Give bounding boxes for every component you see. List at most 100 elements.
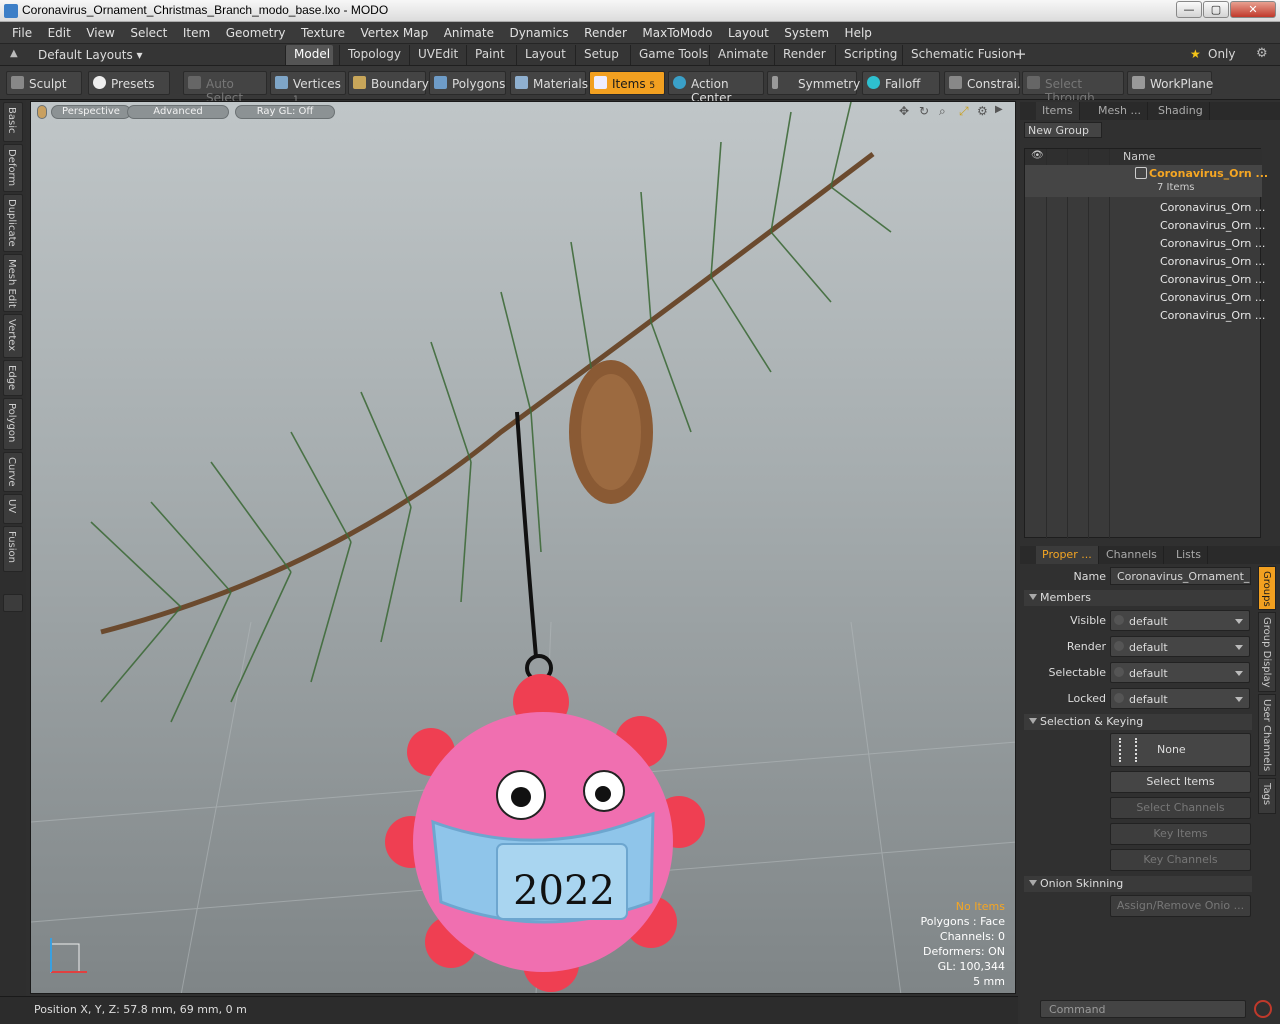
menu-layout[interactable]: Layout — [716, 22, 769, 40]
selection-keying-section[interactable]: Selection & Keying — [1024, 714, 1252, 730]
visibility-eye-icon[interactable]: 👁 — [1031, 150, 1044, 161]
list-item[interactable]: Coronavirus_Orn ... — [1025, 289, 1265, 307]
advanced-shading-button[interactable]: Advanced — [127, 105, 229, 119]
visible-dropdown[interactable]: default — [1110, 610, 1250, 631]
pan-icon[interactable]: ✥ — [899, 104, 909, 118]
gear-icon[interactable]: ⚙ — [1256, 46, 1268, 61]
tab-paint[interactable]: Paint — [466, 45, 513, 65]
menu-texture[interactable]: Texture — [289, 22, 345, 40]
list-item[interactable]: Coronavirus_Orn ... — [1025, 271, 1265, 289]
locked-dropdown[interactable]: default — [1110, 688, 1250, 709]
tab-collapse[interactable] — [3, 594, 23, 612]
record-icon[interactable] — [1254, 1000, 1272, 1018]
viewport-menu-arrow-icon[interactable]: ▶ — [995, 104, 1003, 115]
tab-curve[interactable]: Curve — [3, 452, 23, 492]
tab-mesh-edit[interactable]: Mesh Edit — [3, 254, 23, 312]
name-field[interactable]: Coronavirus_Ornament_Ch — [1110, 567, 1251, 585]
menu-dynamics[interactable]: Dynamics — [497, 22, 568, 40]
side-tab-tags[interactable]: Tags — [1258, 778, 1276, 814]
new-group-button[interactable]: New Group — [1024, 122, 1102, 138]
list-item[interactable]: Coronavirus_Orn ... — [1025, 307, 1265, 325]
viewport-gear-icon[interactable]: ⚙ — [977, 104, 988, 118]
raygl-button[interactable]: Ray GL: Off — [235, 105, 335, 119]
selectable-dropdown[interactable]: default — [1110, 662, 1250, 683]
tab-polygon[interactable]: Polygon — [3, 398, 23, 450]
members-section[interactable]: Members — [1024, 590, 1252, 606]
tab-duplicate[interactable]: Duplicate — [3, 194, 23, 252]
menu-file[interactable]: File — [0, 22, 32, 40]
key-items-button[interactable]: Key Items — [1110, 823, 1251, 845]
tab-model[interactable]: Model — [285, 45, 333, 65]
menu-edit[interactable]: Edit — [36, 22, 71, 40]
tab-setup[interactable]: Setup — [575, 45, 627, 65]
onion-skinning-section[interactable]: Onion Skinning — [1024, 876, 1252, 892]
tab-channels[interactable]: Channels — [1100, 546, 1164, 564]
menu-system[interactable]: System — [772, 22, 829, 40]
presets-button[interactable]: Presets — [88, 71, 170, 95]
perspective-button[interactable]: Perspective — [51, 105, 131, 119]
menu-geometry[interactable]: Geometry — [214, 22, 286, 40]
tab-lists[interactable]: Lists — [1170, 546, 1208, 564]
menu-vertex-map[interactable]: Vertex Map — [348, 22, 428, 40]
falloff-button[interactable]: Falloff — [862, 71, 940, 95]
group-row[interactable]: Coronavirus_Orn ... 7 Items — [1025, 165, 1268, 197]
tab-properties[interactable]: Proper ... — [1036, 546, 1099, 564]
render-dropdown[interactable]: default — [1110, 636, 1250, 657]
constraints-button[interactable]: Constrai... — [944, 71, 1028, 95]
key-channels-button[interactable]: Key Channels — [1110, 849, 1251, 871]
list-item[interactable]: Coronavirus_Orn ... — [1025, 199, 1265, 217]
close-button[interactable]: ✕ — [1230, 1, 1276, 18]
menu-select[interactable]: Select — [118, 22, 167, 40]
side-tab-groups[interactable]: Groups — [1258, 566, 1276, 610]
tab-topology[interactable]: Topology — [339, 45, 409, 65]
maximize-viewport-icon[interactable]: ⤢ — [959, 104, 969, 119]
list-item[interactable]: Coronavirus_Orn ... — [1025, 217, 1265, 235]
menu-maxtomodo[interactable]: MaxToModo — [630, 22, 712, 40]
symmetry-button[interactable]: Symmetry — [767, 71, 860, 95]
tab-render[interactable]: Render — [774, 45, 834, 65]
tab-animate[interactable]: Animate — [709, 45, 776, 65]
zoom-icon[interactable]: ⌕ — [939, 104, 946, 119]
tab-game-tools[interactable]: Game Tools — [630, 45, 716, 65]
assign-onion-button[interactable]: Assign/Remove Onio ... — [1110, 895, 1251, 917]
tab-shading[interactable]: Shading — [1152, 102, 1210, 120]
side-tab-group-display[interactable]: Group Display — [1258, 612, 1276, 692]
items-button[interactable]: Items 5 — [589, 71, 665, 95]
vertices-button[interactable]: Vertices 1 — [270, 71, 346, 105]
menu-help[interactable]: Help — [833, 22, 872, 40]
menu-view[interactable]: View — [74, 22, 114, 40]
select-items-button[interactable]: Select Items — [1110, 771, 1251, 793]
materials-button[interactable]: Materials — [510, 71, 588, 95]
add-tab-button[interactable]: + — [1006, 43, 1035, 63]
polygons-button[interactable]: Polygons — [429, 71, 506, 95]
menu-animate[interactable]: Animate — [432, 22, 494, 40]
viewport-options-icon[interactable] — [37, 105, 47, 119]
layout-selector[interactable]: Default Layouts ▾ — [8, 46, 168, 64]
tab-uv[interactable]: UV — [3, 494, 23, 524]
menu-render[interactable]: Render — [572, 22, 627, 40]
tab-uvedit[interactable]: UVEdit — [409, 45, 466, 65]
tab-deform[interactable]: Deform — [3, 144, 23, 192]
tab-vertex[interactable]: Vertex — [3, 314, 23, 358]
only-toggle[interactable]: Only — [1200, 45, 1244, 65]
tab-basic[interactable]: Basic — [3, 102, 23, 142]
list-item[interactable]: Coronavirus_Orn ... — [1025, 235, 1265, 253]
rotate-icon[interactable]: ↻ — [919, 104, 929, 118]
command-input[interactable]: Command — [1040, 1000, 1246, 1018]
workplane-button[interactable]: WorkPlane — [1127, 71, 1213, 95]
tab-items[interactable]: Items — [1036, 102, 1080, 120]
menu-item[interactable]: Item — [171, 22, 210, 40]
tab-scripting[interactable]: Scripting — [835, 45, 905, 65]
auto-select-button[interactable]: Auto Select — [183, 71, 267, 105]
minimize-button[interactable]: — — [1176, 1, 1202, 18]
side-tab-user-channels[interactable]: User Channels — [1258, 694, 1276, 776]
tab-mesh[interactable]: Mesh ... — [1092, 102, 1148, 120]
sculpt-button[interactable]: Sculpt — [6, 71, 82, 95]
list-item[interactable]: Coronavirus_Orn ... — [1025, 253, 1265, 271]
tab-edge[interactable]: Edge — [3, 360, 23, 396]
action-center-button[interactable]: Action Center — [668, 71, 764, 105]
tab-fusion[interactable]: Fusion — [3, 526, 23, 572]
select-through-button[interactable]: Select Through — [1022, 71, 1124, 105]
maximize-button[interactable]: ▢ — [1203, 1, 1229, 18]
3d-viewport[interactable]: 2022 Perspective Advanced Ray GL: Off ✥ … — [30, 101, 1016, 994]
